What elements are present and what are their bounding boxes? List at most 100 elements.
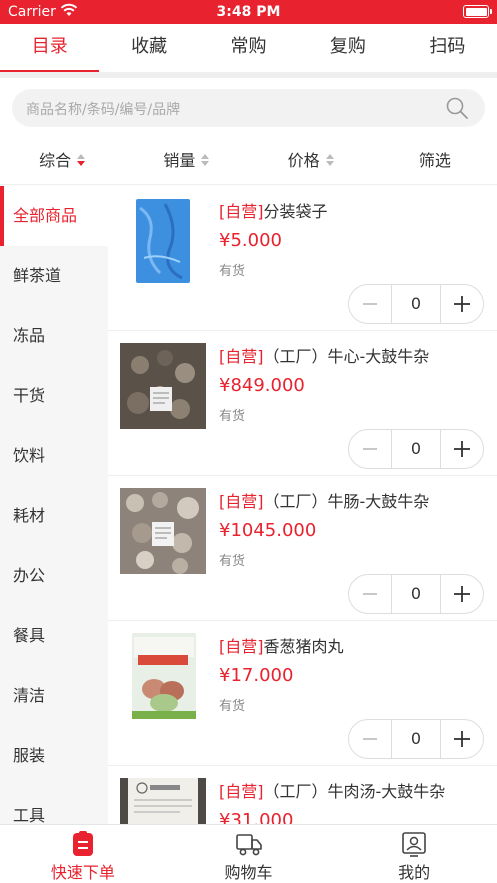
self-operated-tag: [自营] (219, 347, 264, 366)
tab-frequent[interactable]: 常购 (199, 24, 298, 72)
sort-label: 综合 (39, 151, 72, 170)
tab-favorites[interactable]: 收藏 (99, 24, 198, 72)
product-title[interactable]: [自营]（工厂）牛肉汤-大鼓牛杂 (219, 778, 445, 802)
sort-label: 筛选 (418, 151, 451, 170)
sort-comprehensive[interactable]: 综合 (0, 137, 124, 184)
product-title[interactable]: [自营]香葱猪肉丸 (219, 633, 344, 657)
sidebar-item-clothing[interactable]: 服装 (0, 726, 108, 786)
sort-arrows-icon (325, 153, 334, 166)
sidebar-item-tools[interactable]: 工具 (0, 786, 108, 824)
clock: 3:48 PM (216, 4, 281, 20)
tab-quick-order[interactable]: 快速下单 (0, 825, 166, 883)
product-image[interactable] (120, 198, 206, 284)
product-image[interactable] (120, 778, 206, 824)
stock-status: 有货 (219, 699, 246, 714)
decrease-button[interactable] (349, 720, 391, 758)
quantity-input[interactable]: 0 (391, 720, 441, 758)
plus-icon (454, 586, 470, 602)
sidebar-item-drinks[interactable]: 饮料 (0, 426, 108, 486)
stock-status: 有货 (219, 554, 246, 569)
search-placeholder: 商品名称/条码/编号/品牌 (26, 102, 181, 118)
minus-icon (363, 593, 377, 595)
search-icon[interactable] (445, 96, 469, 120)
sidebar-item-consumables[interactable]: 耗材 (0, 486, 108, 546)
sidebar-item-cleaning[interactable]: 清洁 (0, 666, 108, 726)
list-item[interactable]: [自营]（工厂）牛肠-大鼓牛杂 ¥1045.000 有货 0 (108, 476, 497, 621)
quantity-input[interactable]: 0 (391, 285, 441, 323)
sort-label: 销量 (163, 151, 196, 170)
decrease-button[interactable] (349, 430, 391, 468)
list-item[interactable]: [自营]（工厂）牛心-大鼓牛杂 ¥849.000 有货 0 (108, 331, 497, 476)
decrease-button[interactable] (349, 575, 391, 613)
sort-label: 价格 (287, 151, 320, 170)
product-price: ¥849.000 (219, 375, 305, 396)
sort-arrows-icon (201, 153, 210, 166)
quantity-stepper: 0 (348, 429, 484, 469)
product-price: ¥31.000 (219, 810, 294, 824)
sidebar-item-office[interactable]: 办公 (0, 546, 108, 606)
plus-icon (454, 296, 470, 312)
category-sidebar: 全部商品 鲜茶道 冻品 干货 饮料 耗材 办公 餐具 清洁 服装 工具 (0, 186, 108, 824)
minus-icon (363, 303, 377, 305)
quantity-stepper: 0 (348, 719, 484, 759)
stock-status: 有货 (219, 409, 246, 424)
increase-button[interactable] (441, 575, 483, 613)
product-name: （工厂）牛肉汤-大鼓牛杂 (263, 782, 446, 801)
truck-icon (235, 834, 262, 856)
product-price: ¥17.000 (219, 665, 294, 686)
product-image[interactable] (120, 633, 206, 719)
sort-bar: 综合 销量 价格 筛选 (0, 137, 497, 185)
sidebar-item-all[interactable]: 全部商品 (0, 186, 108, 246)
product-image[interactable] (120, 488, 206, 574)
sort-price[interactable]: 价格 (249, 137, 373, 184)
sidebar-item-fresh-tea[interactable]: 鲜茶道 (0, 246, 108, 306)
tab-cart[interactable]: 购物车 (166, 825, 332, 883)
product-image[interactable] (120, 343, 206, 429)
list-item[interactable]: [自营]香葱猪肉丸 ¥17.000 有货 0 (108, 621, 497, 766)
list-item[interactable]: [自营]分装袋子 ¥5.000 有货 0 (108, 186, 497, 331)
filter-button[interactable]: 筛选 (373, 137, 497, 184)
sidebar-item-frozen[interactable]: 冻品 (0, 306, 108, 366)
product-list: [自营]分装袋子 ¥5.000 有货 0 [自营]（工厂）牛心-大鼓牛杂 ¥84… (108, 186, 497, 824)
increase-button[interactable] (441, 285, 483, 323)
status-bar: Carrier 3:48 PM (0, 0, 497, 24)
increase-button[interactable] (441, 720, 483, 758)
stock-status: 有货 (219, 264, 246, 279)
bottom-tab-bar: 快速下单 购物车 我的 (0, 824, 497, 883)
product-name: （工厂）牛肠-大鼓牛杂 (263, 492, 430, 511)
clipboard-icon (72, 831, 93, 856)
decrease-button[interactable] (349, 285, 391, 323)
sidebar-item-dry-goods[interactable]: 干货 (0, 366, 108, 426)
product-title[interactable]: [自营]（工厂）牛肠-大鼓牛杂 (219, 488, 429, 512)
quantity-stepper: 0 (348, 284, 484, 324)
tab-profile[interactable]: 我的 (331, 825, 497, 883)
increase-button[interactable] (441, 430, 483, 468)
product-name: （工厂）牛心-大鼓牛杂 (263, 347, 430, 366)
minus-icon (363, 738, 377, 740)
tab-label: 我的 (398, 863, 431, 882)
list-item[interactable]: [自营]（工厂）牛肉汤-大鼓牛杂 ¥31.000 有货 (108, 766, 497, 824)
sidebar-item-tableware[interactable]: 餐具 (0, 606, 108, 666)
self-operated-tag: [自营] (219, 492, 264, 511)
tab-scan[interactable]: 扫码 (398, 24, 497, 72)
product-price: ¥1045.000 (219, 520, 317, 541)
sort-arrows-icon (77, 153, 86, 166)
profile-card-icon (402, 832, 426, 857)
product-name: 分装袋子 (263, 202, 328, 221)
quantity-input[interactable]: 0 (391, 430, 441, 468)
tab-repurchase[interactable]: 复购 (298, 24, 397, 72)
plus-icon (454, 441, 470, 457)
tab-catalog[interactable]: 目录 (0, 24, 100, 73)
sort-sales[interactable]: 销量 (124, 137, 248, 184)
product-title[interactable]: [自营]分装袋子 (219, 198, 328, 222)
divider (0, 72, 497, 78)
product-price: ¥5.000 (219, 230, 282, 251)
top-tab-bar: 目录 收藏 常购 复购 扫码 (0, 24, 497, 73)
product-title[interactable]: [自营]（工厂）牛心-大鼓牛杂 (219, 343, 429, 367)
search-input[interactable]: 商品名称/条码/编号/品牌 (12, 89, 485, 127)
minus-icon (363, 448, 377, 450)
quantity-input[interactable]: 0 (391, 575, 441, 613)
tab-label: 快速下单 (50, 863, 115, 882)
self-operated-tag: [自营] (219, 637, 264, 656)
battery-icon (463, 5, 492, 18)
